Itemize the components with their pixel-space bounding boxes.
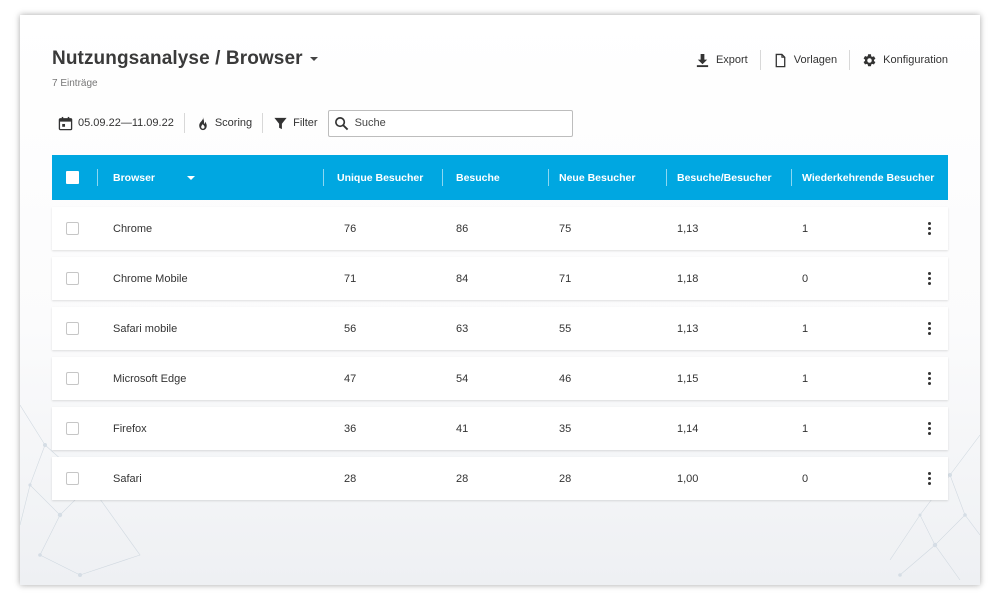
cell-browser: Chrome Mobile (113, 272, 188, 285)
document-icon (775, 53, 786, 67)
column-divider (791, 169, 792, 186)
export-label: Export (715, 54, 748, 66)
cell-visits: 63 (456, 322, 469, 335)
browser-table: Browser Unique Besucher Besuche Neue Bes… (52, 155, 948, 500)
cell-unique-visitors: 28 (344, 472, 357, 485)
cell-browser: Safari mobile (113, 322, 178, 335)
cell-unique-visitors: 36 (344, 422, 357, 435)
cell-returning-visitors: 1 (802, 422, 809, 435)
table-row[interactable]: Safari mobile 56 63 55 1,13 1 (52, 307, 948, 350)
configuration-button[interactable]: Konfiguration (850, 50, 948, 70)
column-divider (323, 169, 324, 186)
table-row[interactable]: Chrome 76 86 75 1,13 1 (52, 207, 948, 250)
cell-visits-per-visitor: 1,00 (677, 472, 699, 485)
cell-unique-visitors: 47 (344, 372, 357, 385)
flame-icon (199, 116, 207, 130)
row-checkbox[interactable] (66, 372, 79, 385)
row-checkbox[interactable] (66, 422, 79, 435)
search-field[interactable] (327, 109, 573, 137)
row-checkbox[interactable] (66, 272, 79, 285)
cell-new-visitors: 75 (559, 222, 572, 235)
cell-visits: 84 (456, 272, 469, 285)
search-icon (334, 116, 348, 130)
table-header: Browser Unique Besucher Besuche Neue Bes… (52, 155, 948, 200)
more-vert-icon[interactable] (924, 270, 934, 287)
cell-returning-visitors: 0 (802, 472, 809, 485)
more-vert-icon[interactable] (924, 470, 934, 487)
cell-unique-visitors: 56 (344, 322, 357, 335)
cell-new-visitors: 71 (559, 272, 572, 285)
cell-visits-per-visitor: 1,14 (677, 422, 699, 435)
export-button[interactable]: Export (683, 50, 760, 70)
cell-browser: Firefox (113, 422, 147, 435)
cell-new-visitors: 35 (559, 422, 572, 435)
cell-visits-per-visitor: 1,15 (677, 372, 699, 385)
date-range-picker[interactable]: 05.09.22—11.09.22 (58, 113, 184, 133)
app-window: Nutzungsanalyse / Browser 7 Einträge Exp… (20, 15, 980, 585)
calendar-icon (58, 116, 73, 130)
more-vert-icon[interactable] (924, 220, 934, 237)
gear-icon (863, 53, 876, 66)
filter-button[interactable]: Filter (263, 113, 327, 133)
cell-returning-visitors: 0 (802, 272, 809, 285)
page-title: Nutzungsanalyse / Browser (52, 48, 303, 69)
cell-returning-visitors: 1 (802, 372, 809, 385)
cell-visits-per-visitor: 1,13 (677, 222, 699, 235)
sort-caret-icon[interactable] (187, 176, 195, 180)
column-divider (548, 169, 549, 186)
header-actions: Export Vorlagen Konfiguration (683, 50, 948, 70)
filter-label: Filter (293, 117, 318, 129)
cell-new-visitors: 55 (559, 322, 572, 335)
entry-count: 7 Einträge (52, 78, 98, 89)
cell-visits: 54 (456, 372, 469, 385)
cell-visits-per-visitor: 1,18 (677, 272, 699, 285)
table-row[interactable]: Microsoft Edge 47 54 46 1,15 1 (52, 357, 948, 400)
cell-browser: Chrome (113, 222, 153, 235)
column-header-unique-visitors[interactable]: Unique Besucher (337, 155, 423, 200)
configuration-label: Konfiguration (883, 54, 948, 66)
cell-unique-visitors: 76 (344, 222, 357, 235)
cell-visits-per-visitor: 1,13 (677, 322, 699, 335)
table-row[interactable]: Firefox 36 41 35 1,14 1 (52, 407, 948, 450)
cell-visits: 28 (456, 472, 469, 485)
row-checkbox[interactable] (66, 322, 79, 335)
more-vert-icon[interactable] (924, 320, 934, 337)
page-title-row: Nutzungsanalyse / Browser (52, 48, 318, 70)
title-dropdown-caret-icon[interactable] (309, 57, 318, 61)
download-icon (696, 53, 709, 67)
column-header-visits[interactable]: Besuche (456, 155, 500, 200)
row-checkbox[interactable] (66, 472, 79, 485)
toolbar: 05.09.22—11.09.22 Scoring Filter (58, 109, 573, 137)
column-header-browser[interactable]: Browser (113, 155, 155, 200)
cell-visits: 41 (456, 422, 469, 435)
cell-browser: Safari (113, 472, 142, 485)
cell-visits: 86 (456, 222, 469, 235)
scoring-button[interactable]: Scoring (185, 113, 262, 133)
table-row[interactable]: Chrome Mobile 71 84 71 1,18 0 (52, 257, 948, 300)
scoring-label: Scoring (214, 117, 253, 129)
templates-button[interactable]: Vorlagen (761, 50, 849, 70)
search-input[interactable] (354, 117, 555, 129)
more-vert-icon[interactable] (924, 370, 934, 387)
cell-returning-visitors: 1 (802, 222, 809, 235)
column-divider (97, 169, 98, 186)
cell-new-visitors: 28 (559, 472, 572, 485)
column-header-returning-visitors[interactable]: Wiederkehrende Besucher (802, 155, 934, 200)
select-all-checkbox[interactable] (66, 171, 79, 184)
row-checkbox[interactable] (66, 222, 79, 235)
cell-browser: Microsoft Edge (113, 372, 187, 385)
column-header-visits-per-visitor[interactable]: Besuche/Besucher (677, 155, 772, 200)
column-divider (666, 169, 667, 186)
column-divider (442, 169, 443, 186)
cell-new-visitors: 46 (559, 372, 572, 385)
templates-label: Vorlagen (793, 54, 838, 66)
cell-returning-visitors: 1 (802, 322, 809, 335)
table-row[interactable]: Safari 28 28 28 1,00 0 (52, 457, 948, 500)
column-header-new-visitors[interactable]: Neue Besucher (559, 155, 635, 200)
more-vert-icon[interactable] (924, 420, 934, 437)
cell-unique-visitors: 71 (344, 272, 357, 285)
date-range-label: 05.09.22—11.09.22 (78, 117, 174, 129)
funnel-icon (274, 117, 287, 129)
